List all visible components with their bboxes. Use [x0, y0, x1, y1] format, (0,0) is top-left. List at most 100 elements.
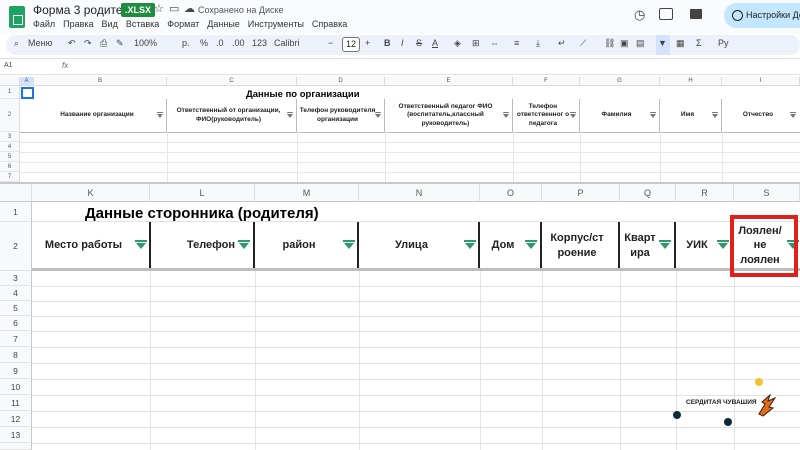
filter-icon[interactable] [717, 240, 729, 249]
col-header-m[interactable]: M [255, 184, 359, 202]
row-header-2[interactable]: 2 [0, 222, 32, 271]
header-building[interactable]: Корпус/ст роение [542, 222, 620, 269]
percent-format[interactable]: % [200, 38, 208, 48]
filter-icon[interactable]: ▼ [658, 38, 667, 48]
currency-format[interactable]: р. [182, 38, 190, 48]
col-header-p[interactable]: P [542, 184, 620, 202]
col-header-s[interactable]: S [734, 184, 800, 202]
filter-icon[interactable] [135, 240, 147, 249]
font-size-decrease[interactable]: − [328, 38, 333, 48]
share-button[interactable]: Настройки Дос [724, 3, 800, 28]
col-header-q[interactable]: Q [620, 184, 676, 202]
filter-icon[interactable] [525, 240, 537, 249]
decrease-decimal[interactable]: .0 [216, 38, 224, 48]
row-header-6[interactable]: 6 [0, 316, 32, 331]
more-formats[interactable]: 123 [252, 38, 267, 48]
filter-icon[interactable] [464, 240, 476, 249]
filter-icon[interactable] [157, 112, 163, 118]
corner-cell[interactable] [0, 77, 20, 86]
selected-cell-a1[interactable] [21, 87, 34, 99]
row-header-7[interactable]: 7 [0, 331, 32, 347]
row-header-9[interactable]: 9 [0, 363, 32, 379]
col-header-g[interactable]: G [580, 77, 660, 86]
row-header-3[interactable]: 3 [0, 132, 20, 142]
row-header-10[interactable]: 10 [0, 379, 32, 395]
menu-help[interactable]: Справка [312, 19, 347, 29]
row-header-1[interactable]: 1 [0, 202, 32, 222]
row-header-1[interactable]: 1 [0, 86, 20, 99]
row-header-4[interactable]: 4 [0, 286, 32, 301]
header-apartment[interactable]: Кварт ира [620, 222, 676, 269]
header-head-phone[interactable]: Телефон руководителя организации [297, 99, 385, 132]
col-header-a[interactable]: A [20, 77, 34, 86]
col-header-r[interactable]: R [676, 184, 734, 202]
search-icon[interactable]: ⌕ [14, 38, 19, 49]
menu-insert[interactable]: Вставка [126, 19, 159, 29]
functions-icon[interactable]: Σ [696, 38, 702, 48]
menu-data[interactable]: Данные [207, 19, 240, 29]
col-header-h[interactable]: H [660, 77, 722, 86]
filter-icon[interactable] [570, 112, 576, 118]
paint-format-icon[interactable]: ✎ [116, 38, 124, 49]
col-header-c[interactable]: C [167, 77, 297, 86]
insert-chart-icon[interactable]: ▤ [636, 38, 645, 49]
header-house[interactable]: Дом [480, 222, 542, 269]
col-header-k[interactable]: K [32, 184, 150, 202]
menu-search[interactable]: Меню [28, 38, 52, 48]
insert-comment-icon[interactable]: ▣ [620, 38, 629, 49]
align-horizontal-icon[interactable]: ≡ [514, 38, 519, 48]
align-vertical-icon[interactable]: ⤓ [536, 38, 540, 49]
row-header-14[interactable] [0, 443, 32, 450]
menu-edit[interactable]: Правка [63, 19, 93, 29]
text-color-button[interactable]: A [432, 38, 438, 48]
row-header-5[interactable]: 5 [0, 152, 20, 162]
header-org-responsible[interactable]: Ответственный от организации, ФИО(руково… [167, 99, 297, 132]
col-header-o[interactable]: O [480, 184, 542, 202]
filter-icon[interactable] [650, 112, 656, 118]
font-size-increase[interactable]: + [365, 38, 370, 48]
video-call-icon[interactable] [690, 9, 702, 19]
menu-view[interactable]: Вид [102, 19, 118, 29]
font-select[interactable]: Calibri [274, 38, 300, 48]
row-header-6[interactable]: 6 [0, 162, 20, 172]
row-header-12[interactable]: 12 [0, 411, 32, 427]
filter-icon[interactable] [287, 112, 293, 118]
name-box[interactable]: A1 [4, 62, 13, 69]
col-header-i[interactable]: I [722, 77, 800, 86]
filter-icon[interactable] [375, 112, 381, 118]
col-header-b[interactable]: B [34, 77, 167, 86]
filter-views-icon[interactable]: ▦ [676, 38, 685, 49]
menu-file[interactable]: Файл [33, 19, 55, 29]
history-icon[interactable]: ◷ [634, 7, 645, 23]
strikethrough-button[interactable]: S [416, 38, 422, 48]
cloud-icon[interactable]: ☁ [184, 2, 195, 15]
bold-button[interactable]: B [384, 38, 391, 48]
col-header-f[interactable]: F [513, 77, 580, 86]
text-rotate-icon[interactable]: ⟋ [580, 38, 586, 49]
sheets-logo-icon[interactable] [9, 6, 25, 28]
redo-icon[interactable]: ↷ [84, 38, 92, 49]
header-street[interactable]: Улица [359, 222, 480, 269]
increase-decimal[interactable]: .00 [232, 38, 245, 48]
filter-icon[interactable] [790, 112, 796, 118]
row-header-4[interactable]: 4 [0, 142, 20, 152]
merge-cells-icon[interactable]: ⇔ [490, 38, 499, 48]
header-uik[interactable]: УИК [676, 222, 734, 269]
zoom-select[interactable]: 100% [134, 38, 157, 48]
corner-cell-main[interactable] [0, 184, 32, 202]
col-header-d[interactable]: D [297, 77, 385, 86]
header-name[interactable]: Имя [660, 99, 722, 132]
row-header-13[interactable]: 13 [0, 427, 32, 443]
comment-icon[interactable] [659, 8, 673, 20]
header-district[interactable]: район [255, 222, 359, 269]
header-org-name[interactable]: Название организации [34, 99, 167, 132]
col-header-e[interactable]: E [385, 77, 513, 86]
header-teacher[interactable]: Ответственный педагог ФИО (воспитатель,к… [385, 99, 513, 132]
row-header-11[interactable]: 11 [0, 395, 32, 411]
filter-icon[interactable] [238, 240, 250, 249]
header-surname[interactable]: Фамилия [580, 99, 660, 132]
header-teacher-phone[interactable]: Телефон ответственног о педагога [513, 99, 580, 132]
filter-icon[interactable] [343, 240, 355, 249]
row-header-7[interactable]: 7 [0, 172, 20, 182]
borders-icon[interactable]: ⊞ [472, 38, 480, 49]
